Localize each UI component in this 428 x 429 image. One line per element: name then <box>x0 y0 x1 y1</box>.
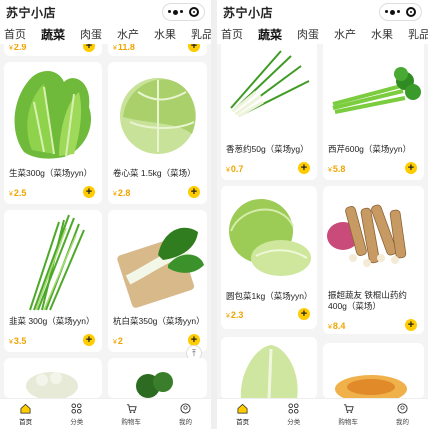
add-to-cart-button[interactable]: + <box>405 319 417 331</box>
product-price: ¥2.5 <box>9 188 27 198</box>
screens: ¥2.9 + ¥11.8 + 生菜300g（菜场yyn） ¥2.5 + 卷心菜 … <box>0 0 428 429</box>
add-to-cart-button[interactable]: + <box>188 186 200 198</box>
nav-home[interactable]: 首页 <box>19 403 32 426</box>
nav-profile[interactable]: 我的 <box>396 402 409 426</box>
header: 苏宁小店 <box>0 0 211 24</box>
tab-vegetables[interactable]: 蔬菜 <box>41 26 65 44</box>
mini-program-capsule[interactable] <box>379 3 422 21</box>
nav-category[interactable]: 分类 <box>287 402 300 426</box>
product-price: ¥0.7 <box>226 164 244 174</box>
yam-image <box>327 204 407 267</box>
nav-cart[interactable]: 购物车 <box>121 403 141 426</box>
round-cabbage-image <box>229 199 311 276</box>
product-card[interactable]: 西芹600g（菜场yyn） ¥5.8 + <box>323 36 424 180</box>
tab-dairy[interactable]: 乳品 <box>191 26 211 42</box>
product-card-partial[interactable] <box>221 337 317 399</box>
home-icon <box>20 403 31 413</box>
category-tabs: 首页 蔬菜 肉蛋 水产 水果 乳品 粮油 <box>217 24 428 44</box>
user-icon <box>180 402 191 414</box>
product-price: ¥2 <box>113 336 123 346</box>
tab-seafood[interactable]: 水产 <box>117 26 139 42</box>
tab-vegetables[interactable]: 蔬菜 <box>258 26 282 44</box>
mini-program-capsule[interactable] <box>162 3 205 21</box>
product-name: 卷心菜 1.5kg（菜场） <box>113 168 196 178</box>
cart-icon <box>126 403 137 413</box>
product-price: ¥8.4 <box>328 321 346 331</box>
tab-meat-eggs[interactable]: 肉蛋 <box>297 26 319 42</box>
nav-category[interactable]: 分类 <box>70 402 83 426</box>
tab-seafood[interactable]: 水产 <box>334 26 356 42</box>
product-card-partial[interactable] <box>108 358 207 398</box>
add-to-cart-button[interactable]: + <box>298 162 310 174</box>
nav-home[interactable]: 首页 <box>236 403 249 426</box>
lettuce-image <box>14 70 92 159</box>
product-card[interactable]: 卷心菜 1.5kg（菜场） ¥2.8 + <box>108 62 207 204</box>
add-to-cart-button[interactable]: + <box>83 334 95 346</box>
more-icon[interactable] <box>168 9 183 15</box>
product-price: ¥3.5 <box>9 336 27 346</box>
product-price: ¥5.8 <box>328 164 346 174</box>
add-to-cart-button[interactable]: + <box>298 308 310 320</box>
close-circle-icon[interactable] <box>406 7 416 17</box>
home-icon <box>237 403 248 413</box>
product-card[interactable]: 振超蔬友 铁棍山药约400g（菜场） ¥8.4 + <box>323 186 424 334</box>
product-name: 振超蔬友 铁棍山药约400g（菜场） <box>328 290 407 311</box>
cauliflower-image <box>26 372 78 398</box>
product-name: 韭菜 300g（菜场yyn） <box>9 316 95 326</box>
app-title: 苏宁小店 <box>6 5 57 20</box>
category-icon <box>71 402 82 414</box>
product-card-partial[interactable] <box>323 343 424 399</box>
product-card[interactable]: 韭菜 300g（菜场yyn） ¥3.5 + <box>4 210 102 352</box>
chives-image <box>29 214 85 311</box>
more-icon[interactable] <box>385 9 400 15</box>
add-to-cart-button[interactable]: + <box>405 162 417 174</box>
app-title: 苏宁小店 <box>223 5 274 20</box>
celery-image <box>332 67 421 114</box>
tab-meat-eggs[interactable]: 肉蛋 <box>80 26 102 42</box>
tab-dairy[interactable]: 乳品 <box>408 26 428 42</box>
bottom-nav: 首页 分类 购物车 我的 <box>217 398 428 429</box>
screen-right: 香葱约50g（菜场yg） ¥0.7 + 西芹600g（菜场yyn） ¥5.8 + <box>217 0 428 429</box>
product-price: ¥2.3 <box>226 310 244 320</box>
cabbage-image <box>120 78 196 154</box>
tab-home[interactable]: 首页 <box>4 26 26 42</box>
product-name: 生菜300g（菜场yyn） <box>9 168 93 178</box>
product-name: 杭白菜350g（菜场yyn） <box>113 316 205 326</box>
product-name: 圆包菜1kg（菜场yyn） <box>226 291 313 301</box>
product-card-partial[interactable] <box>4 358 102 398</box>
cart-icon <box>343 403 354 413</box>
product-price: ¥2.8 <box>113 188 131 198</box>
tab-home[interactable]: 首页 <box>221 26 243 42</box>
food-plate-image <box>335 375 407 399</box>
category-tabs: 首页 蔬菜 肉蛋 水产 水果 乳品 粮油 <box>0 24 211 44</box>
product-card[interactable]: 圆包菜1kg（菜场yyn） ¥2.3 + <box>221 186 317 329</box>
product-card[interactable]: 杭白菜350g（菜场yyn） ¥2 + <box>108 210 207 352</box>
bok-choy-image <box>117 227 204 308</box>
napa-cabbage-image <box>240 345 298 399</box>
broccoli-image <box>136 372 173 398</box>
category-icon <box>288 402 299 414</box>
tab-fruit[interactable]: 水果 <box>154 26 176 42</box>
product-card[interactable]: 香葱约50g（菜场yg） ¥0.7 + <box>221 36 317 180</box>
header: 苏宁小店 <box>217 0 428 24</box>
product-name: 西芹600g（菜场yyn） <box>328 144 412 154</box>
tab-fruit[interactable]: 水果 <box>371 26 393 42</box>
nav-profile[interactable]: 我的 <box>179 402 192 426</box>
product-card[interactable]: 生菜300g（菜场yyn） ¥2.5 + <box>4 62 102 204</box>
bottom-nav: 首页 分类 购物车 我的 <box>0 398 211 429</box>
add-to-cart-button[interactable]: + <box>83 186 95 198</box>
screen-left: ¥2.9 + ¥11.8 + 生菜300g（菜场yyn） ¥2.5 + 卷心菜 … <box>0 0 211 429</box>
scallion-image <box>230 50 310 118</box>
nav-cart[interactable]: 购物车 <box>338 403 358 426</box>
user-icon <box>397 402 408 414</box>
close-circle-icon[interactable] <box>189 7 199 17</box>
product-name: 香葱约50g（菜场yg） <box>226 144 309 154</box>
